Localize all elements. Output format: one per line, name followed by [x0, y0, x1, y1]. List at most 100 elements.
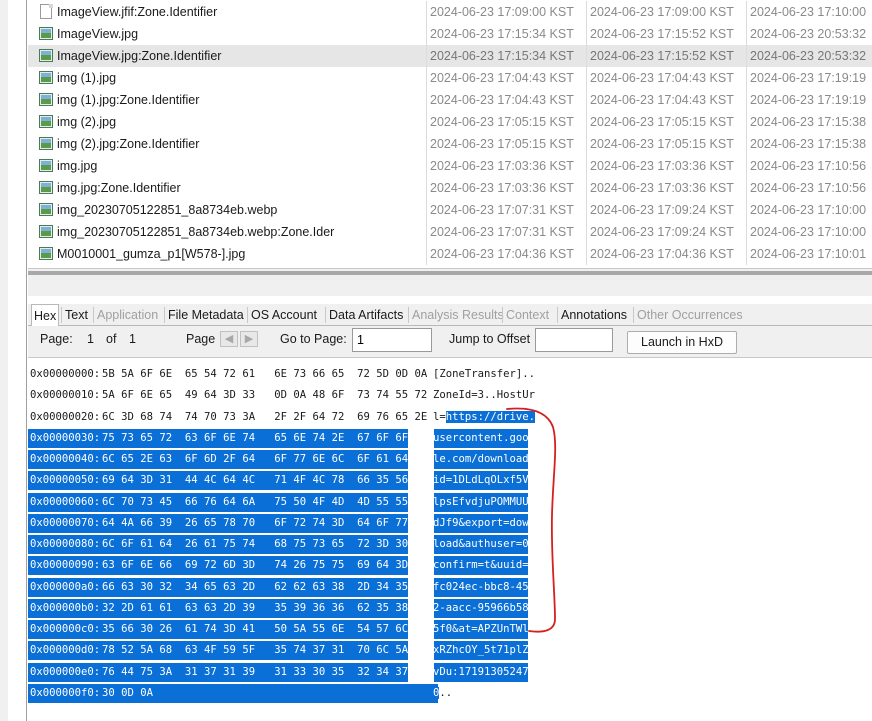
changed-time-cell: 2024-06-23 17:05:15 KST	[586, 133, 746, 155]
accessed-time-cell: 2024-06-23 17:10:56	[746, 177, 872, 199]
accessed-time-cell: 2024-06-23 17:10:00	[746, 199, 872, 221]
file-name-cell: img (2).jpg:Zone.Identifier	[28, 133, 424, 155]
hex-bytes: 63 6F 6E 66 69 72 6D 3D 74 26 75 75 69 6…	[102, 559, 428, 572]
modified-time-cell: 2024-06-23 17:09:00 KST	[426, 1, 586, 23]
tab-file-metadata[interactable]: File Metadata	[166, 304, 246, 326]
modified-time-cell: 2024-06-23 17:03:36 KST	[426, 177, 586, 199]
hex-line: 0x00000000: 5B 5A 6F 6E 65 54 72 61 6E 73…	[28, 365, 872, 384]
hex-bytes: 6C 65 2E 63 6F 6D 2F 64 6F 77 6E 6C 6F 6…	[102, 453, 428, 465]
file-row[interactable]: img (2).jpg 2024-06-23 17:05:15 KST 2024-0…	[28, 111, 872, 133]
hex-bytes: 5A 6F 6E 65 49 64 3D 33 0D 0A 48 6F 73 7…	[102, 389, 428, 402]
accessed-time-cell: 2024-06-23 17:19:19	[746, 67, 872, 89]
file-list: ImageView.jfif:Zone.Identifier 2024-06-23…	[28, 0, 872, 268]
modified-time-cell: 2024-06-23 17:15:34 KST	[426, 45, 586, 67]
tree-panel-edge	[8, 0, 27, 721]
tab-separator	[247, 307, 248, 323]
hex-line: 0x00000080: 6C 6F 61 64 26 61 75 74 68 75…	[28, 535, 872, 554]
document-icon	[39, 4, 53, 19]
hex-bytes: 6C 6F 61 64 26 61 75 74 68 75 73 65 72 3…	[102, 538, 428, 550]
modified-time-cell: 2024-06-23 17:15:34 KST	[426, 23, 586, 45]
tab-separator	[93, 307, 94, 323]
file-row[interactable]: img_20230705122851_8a8734eb.webp 2024-06-…	[28, 199, 872, 221]
hex-offset: 0x00000080:	[30, 538, 101, 550]
hex-bytes: 5B 5A 6F 6E 65 54 72 61 6E 73 66 65 72 5…	[102, 368, 428, 380]
tab-other-occurrences: Other Occurrences	[637, 308, 743, 322]
file-row[interactable]: img.jpg 2024-06-23 17:03:36 KST 2024-06-23…	[28, 155, 872, 177]
modified-time-cell: 2024-06-23 17:05:15 KST	[426, 111, 586, 133]
file-name: img (1).jpg	[57, 71, 117, 85]
hex-offset: 0x000000d0:	[30, 644, 101, 657]
hex-ascii: [ZoneTransfer]..	[433, 368, 536, 380]
horizontal-scrollbar[interactable]	[28, 271, 872, 275]
modified-time-cell: 2024-06-23 17:07:31 KST	[426, 221, 586, 243]
file-name: img (2).jpg	[57, 115, 117, 129]
file-name: img.jpg:Zone.Identifier	[57, 181, 181, 195]
image-icon	[39, 224, 53, 239]
tab-annotations[interactable]: Annotations	[559, 304, 629, 326]
changed-time-cell: 2024-06-23 17:15:52 KST	[586, 45, 746, 67]
hex-offset: 0x00000030:	[30, 431, 101, 444]
image-icon	[39, 70, 53, 85]
tab-hex[interactable]: Hex	[31, 304, 60, 327]
file-row[interactable]: img.jpg:Zone.Identifier 2024-06-23 17:03:…	[28, 177, 872, 199]
jump-to-offset-input[interactable]	[535, 328, 613, 352]
file-name-cell: img_20230705122851_8a8734eb.webp:Zone.Id…	[28, 221, 424, 243]
hex-viewer[interactable]: 0x00000000: 5B 5A 6F 6E 65 54 72 61 6E 73…	[28, 359, 872, 721]
arrow-right-icon[interactable]: ▶	[240, 331, 258, 347]
arrow-left-icon[interactable]: ◀	[220, 331, 238, 347]
file-row[interactable]: img (1).jpg 2024-06-23 17:04:43 KST 2024-0…	[28, 67, 872, 89]
tab-os-account[interactable]: OS Account	[249, 304, 319, 326]
hex-line: 0x000000a0: 66 63 30 32 34 65 63 2D 62 62…	[28, 577, 872, 597]
hex-offset: 0x00000070:	[30, 516, 101, 529]
accessed-time-cell: 2024-06-23 20:53:32	[746, 45, 872, 67]
tab-separator	[408, 307, 409, 323]
hex-bytes: 75 73 65 72 63 6F 6E 74 65 6E 74 2E 67 6…	[102, 431, 428, 444]
page-nav-label: Page	[186, 332, 216, 346]
hex-offset: 0x000000a0:	[30, 580, 101, 593]
hex-line: 0x000000c0: 35 66 30 26 61 74 3D 41 50 5A…	[28, 620, 872, 639]
tab-analysis-results: Analysis Results	[412, 308, 504, 322]
file-row[interactable]: img (2).jpg:Zone.Identifier 2024-06-23 17…	[28, 133, 872, 155]
hex-offset: 0x00000050:	[30, 474, 101, 487]
tab-separator	[61, 307, 62, 323]
modified-time-cell: 2024-06-23 17:07:31 KST	[426, 199, 586, 221]
file-row[interactable]: ImageView.jpg:Zone.Identifier 2024-06-23 …	[28, 45, 872, 67]
file-row[interactable]: img (1).jpg:Zone.Identifier 2024-06-23 17…	[28, 89, 872, 111]
hex-bytes: 30 0D 0A	[102, 686, 154, 699]
hex-offset: 0x000000c0:	[30, 623, 101, 635]
file-row[interactable]: ImageView.jpg 2024-06-23 17:15:34 KST 2024…	[28, 23, 872, 45]
accessed-time-cell: 2024-06-23 17:10:56	[746, 155, 872, 177]
tab-text[interactable]: Text	[63, 304, 90, 326]
accessed-time-cell: 2024-06-23 20:53:32	[746, 23, 872, 45]
tab-data-artifacts[interactable]: Data Artifacts	[327, 304, 405, 326]
accessed-time-cell: 2024-06-23 17:10:01	[746, 243, 872, 265]
changed-time-cell: 2024-06-23 17:03:36 KST	[586, 177, 746, 199]
hex-ascii: vDu:171913052477	[433, 665, 536, 678]
file-name-cell: ImageView.jpg:Zone.Identifier	[28, 45, 424, 67]
hex-offset: 0x00000090:	[30, 559, 101, 572]
hex-bytes: 35 66 30 26 61 74 3D 41 50 5A 55 6E 54 5…	[102, 623, 428, 635]
file-name: M0010001_gumza_p1[W578-].jpg	[57, 247, 246, 261]
file-name-cell: img.jpg:Zone.Identifier	[28, 177, 424, 199]
tab-separator	[502, 307, 503, 323]
hex-offset: 0x000000f0:	[30, 686, 101, 699]
page-total: 1	[129, 332, 136, 346]
changed-time-cell: 2024-06-23 17:04:36 KST	[586, 243, 746, 265]
file-row[interactable]: ImageView.jfif:Zone.Identifier 2024-06-23…	[28, 1, 872, 23]
launch-in-hxd-button[interactable]: Launch in HxD	[627, 331, 737, 354]
file-row[interactable]: img_20230705122851_8a8734eb.webp:Zone.Id…	[28, 221, 872, 243]
image-icon	[39, 158, 53, 173]
changed-time-cell: 2024-06-23 17:05:15 KST	[586, 111, 746, 133]
file-name: ImageView.jpg	[57, 27, 139, 41]
hex-line: 0x000000b0: 32 2D 61 61 63 63 2D 39 35 39…	[28, 598, 872, 618]
hex-offset: 0x00000010:	[30, 389, 101, 402]
left-gutter	[0, 0, 8, 721]
page-of-label: of	[106, 332, 117, 346]
hex-line: 0x00000050: 69 64 3D 31 44 4C 64 4C 71 4F…	[28, 471, 872, 491]
page-current: 1	[87, 332, 94, 346]
file-row[interactable]: M0010001_gumza_p1[W578-].jpg 2024-06-23 1…	[28, 243, 872, 265]
go-to-page-input[interactable]	[352, 328, 432, 352]
tab-separator	[557, 307, 558, 323]
hex-bytes: 69 64 3D 31 44 4C 64 4C 71 4F 4C 78 66 3…	[102, 474, 428, 487]
page-label: Page:	[40, 332, 73, 346]
